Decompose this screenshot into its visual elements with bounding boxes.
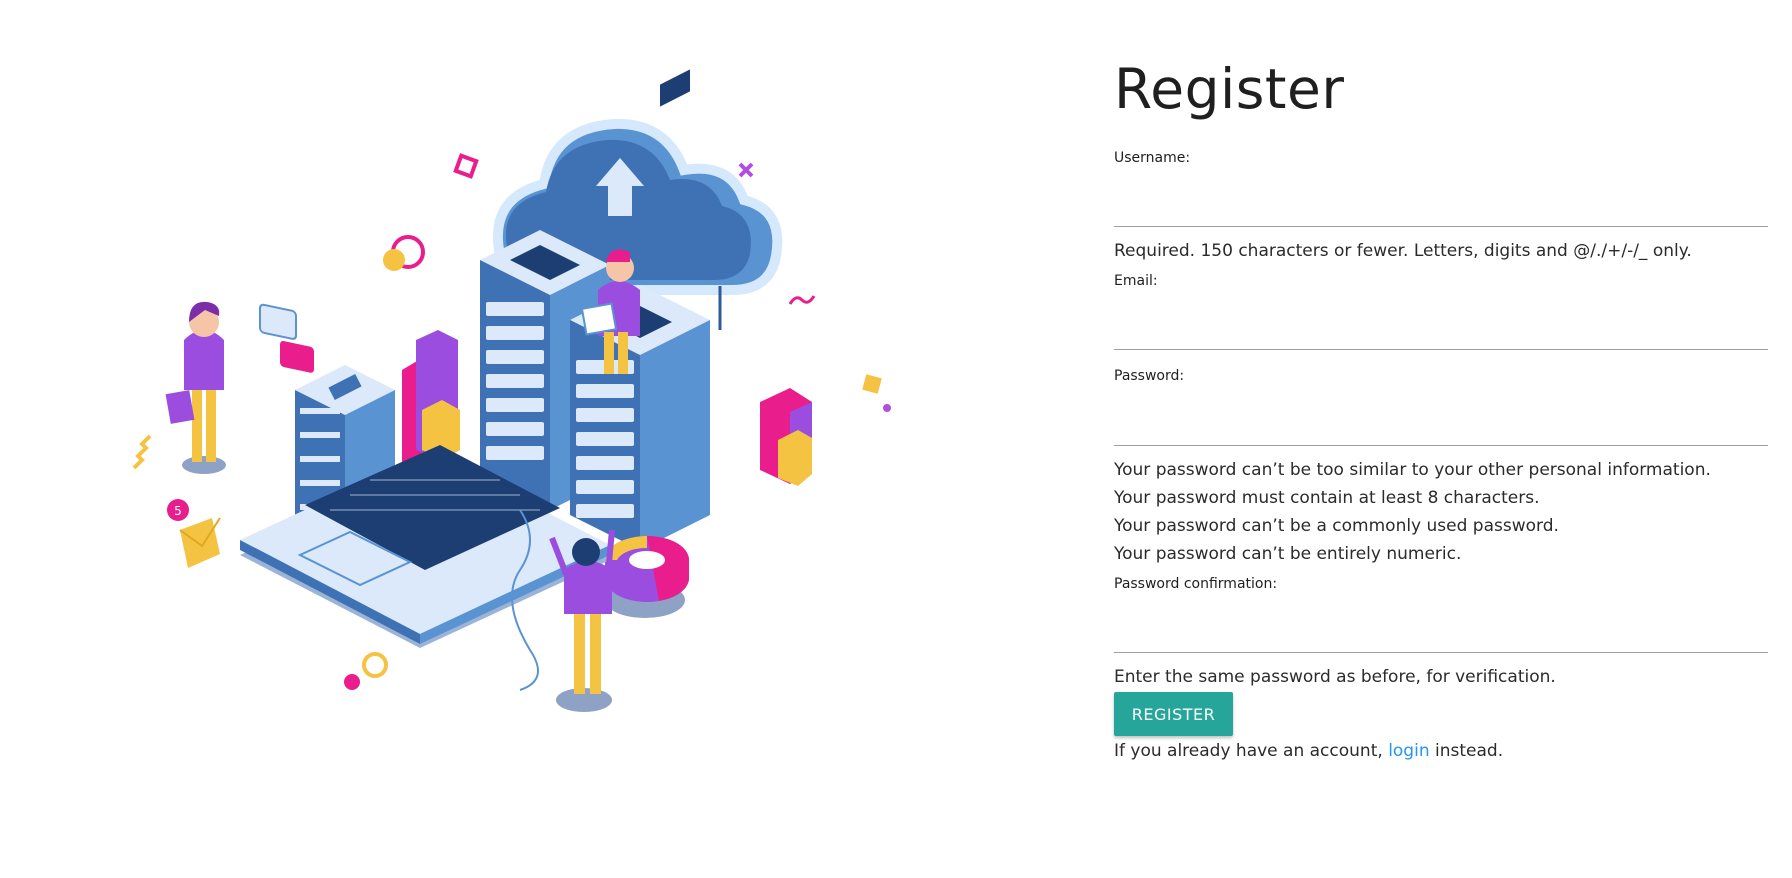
login-link[interactable]: login xyxy=(1388,741,1429,761)
password-input[interactable] xyxy=(1114,413,1768,446)
password-help-item: Your password can’t be too similar to yo… xyxy=(1114,460,1711,480)
mail-icon: 5 xyxy=(167,499,221,568)
datacenter-illustration: 5 xyxy=(132,69,891,712)
password-help-item: Your password can’t be a commonly used p… xyxy=(1114,516,1559,536)
donut-chart xyxy=(605,536,689,618)
username-input[interactable] xyxy=(1114,194,1768,227)
password-help-item: Your password can’t be entirely numeric. xyxy=(1114,544,1462,564)
email-input[interactable] xyxy=(1114,317,1768,350)
chat-bubble-icon xyxy=(259,303,314,373)
register-page: 5 Register Username: Required. 150 chara… xyxy=(0,0,1792,878)
bar-chart-3d-right xyxy=(760,388,812,486)
login-prompt: If you already have an account, login in… xyxy=(1114,737,1503,765)
login-prompt-suffix: instead. xyxy=(1429,741,1504,761)
register-button[interactable]: REGISTER xyxy=(1114,692,1233,736)
email-label: Email: xyxy=(1114,273,1158,289)
password-label: Password: xyxy=(1114,368,1185,384)
login-prompt-prefix: If you already have an account, xyxy=(1114,741,1389,761)
password-help-item: Your password must contain at least 8 ch… xyxy=(1114,488,1540,508)
password-confirmation-help-text: Enter the same password as before, for v… xyxy=(1114,667,1556,687)
person-woman-left xyxy=(165,301,226,474)
page-title: Register xyxy=(1114,57,1345,121)
password-confirmation-label: Password confirmation: xyxy=(1114,576,1278,592)
mail-badge-count: 5 xyxy=(174,504,182,518)
username-label: Username: xyxy=(1114,150,1191,166)
password-help-list: Your password can’t be too similar to yo… xyxy=(1114,456,1711,568)
username-help-text: Required. 150 characters or fewer. Lette… xyxy=(1114,241,1692,261)
password-confirmation-input[interactable] xyxy=(1114,620,1768,653)
